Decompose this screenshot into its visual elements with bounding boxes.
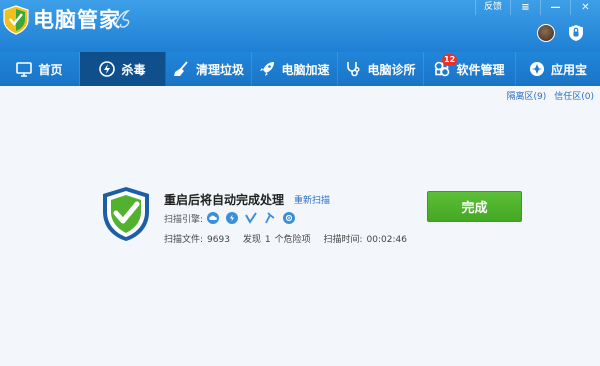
feedback-button[interactable]: 反馈: [474, 0, 510, 15]
engine-label: 扫描引擎:: [164, 214, 204, 225]
rocket-icon: [260, 62, 275, 76]
menu-button[interactable]: ≡: [510, 0, 540, 15]
nav-item-label: 清理垃圾: [195, 62, 244, 77]
found-unit: 个危险项: [274, 235, 311, 245]
avatar[interactable]: [537, 24, 555, 42]
time-value: 00:02:46: [366, 235, 407, 245]
result-title: 重启后将自动完成处理: [164, 193, 285, 207]
nav-item-speedup[interactable]: 电脑加速: [252, 52, 338, 86]
virus-scan-icon: [99, 61, 116, 77]
nav-item-label: 杀毒: [121, 62, 146, 77]
time-label: 扫描时间:: [323, 235, 363, 245]
scan-engines: 扫描引擎:: [164, 211, 302, 225]
broom-icon: [173, 61, 188, 76]
nav-item-label: 软件管理: [456, 62, 505, 77]
minimize-button[interactable]: —: [540, 0, 570, 15]
nav-item-label: 电脑诊所: [367, 62, 416, 77]
trust-zone-link[interactable]: 信任区(0): [554, 89, 594, 102]
main-nav: 首页 杀毒 清理垃圾 电脑加速 电脑诊所 软件管理 12 应用宝: [0, 52, 600, 86]
signature-mark-icon: [114, 9, 131, 28]
window-controls: 反馈 ≡ — ✕: [474, 0, 600, 15]
nav-item-app-store[interactable]: 应用宝: [516, 52, 600, 86]
title-bar: 电脑管家 反馈 ≡ — ✕: [0, 0, 600, 52]
cloud-engine-icon: [207, 212, 220, 224]
nav-item-clean[interactable]: 清理垃圾: [166, 52, 252, 86]
heuristic-engine-icon: [283, 212, 296, 224]
shield-check-icon: [103, 187, 149, 241]
scan-stats: 扫描文件: 9693 发现 1 个危险项 扫描时间: 00:02:46: [164, 232, 411, 245]
nav-item-software[interactable]: 软件管理 12: [424, 52, 516, 86]
nav-item-home[interactable]: 首页: [0, 52, 80, 86]
found-label: 发现: [242, 235, 261, 245]
nav-item-clinic[interactable]: 电脑诊所: [338, 52, 424, 86]
nav-item-label: 首页: [38, 62, 63, 77]
quarantine-link[interactable]: 隔离区(9): [507, 89, 547, 102]
nav-item-label: 应用宝: [550, 62, 587, 77]
shield-status-icon[interactable]: [568, 24, 584, 42]
antivirus-engine-icon: [226, 212, 239, 224]
zone-links: 隔离区(9) 信任区(0): [507, 89, 595, 102]
done-button[interactable]: 完成: [427, 191, 522, 222]
app-logo-icon: [3, 5, 29, 35]
files-label: 扫描文件:: [164, 235, 204, 245]
nav-item-antivirus[interactable]: 杀毒: [80, 52, 166, 86]
qq-engine-icon: [264, 212, 276, 224]
monitor-icon: [16, 61, 33, 77]
nav-item-label: 电脑加速: [281, 62, 330, 77]
rescan-link[interactable]: 重新扫描: [294, 193, 330, 206]
found-value: 1: [264, 235, 271, 245]
app-store-icon: [529, 62, 544, 76]
notification-badge: 12: [442, 54, 458, 66]
close-button[interactable]: ✕: [570, 0, 600, 15]
stethoscope-icon: [347, 62, 360, 77]
system-repair-engine-icon: [245, 212, 257, 224]
app-title: 电脑管家: [33, 8, 121, 32]
files-value: 9693: [207, 235, 230, 245]
